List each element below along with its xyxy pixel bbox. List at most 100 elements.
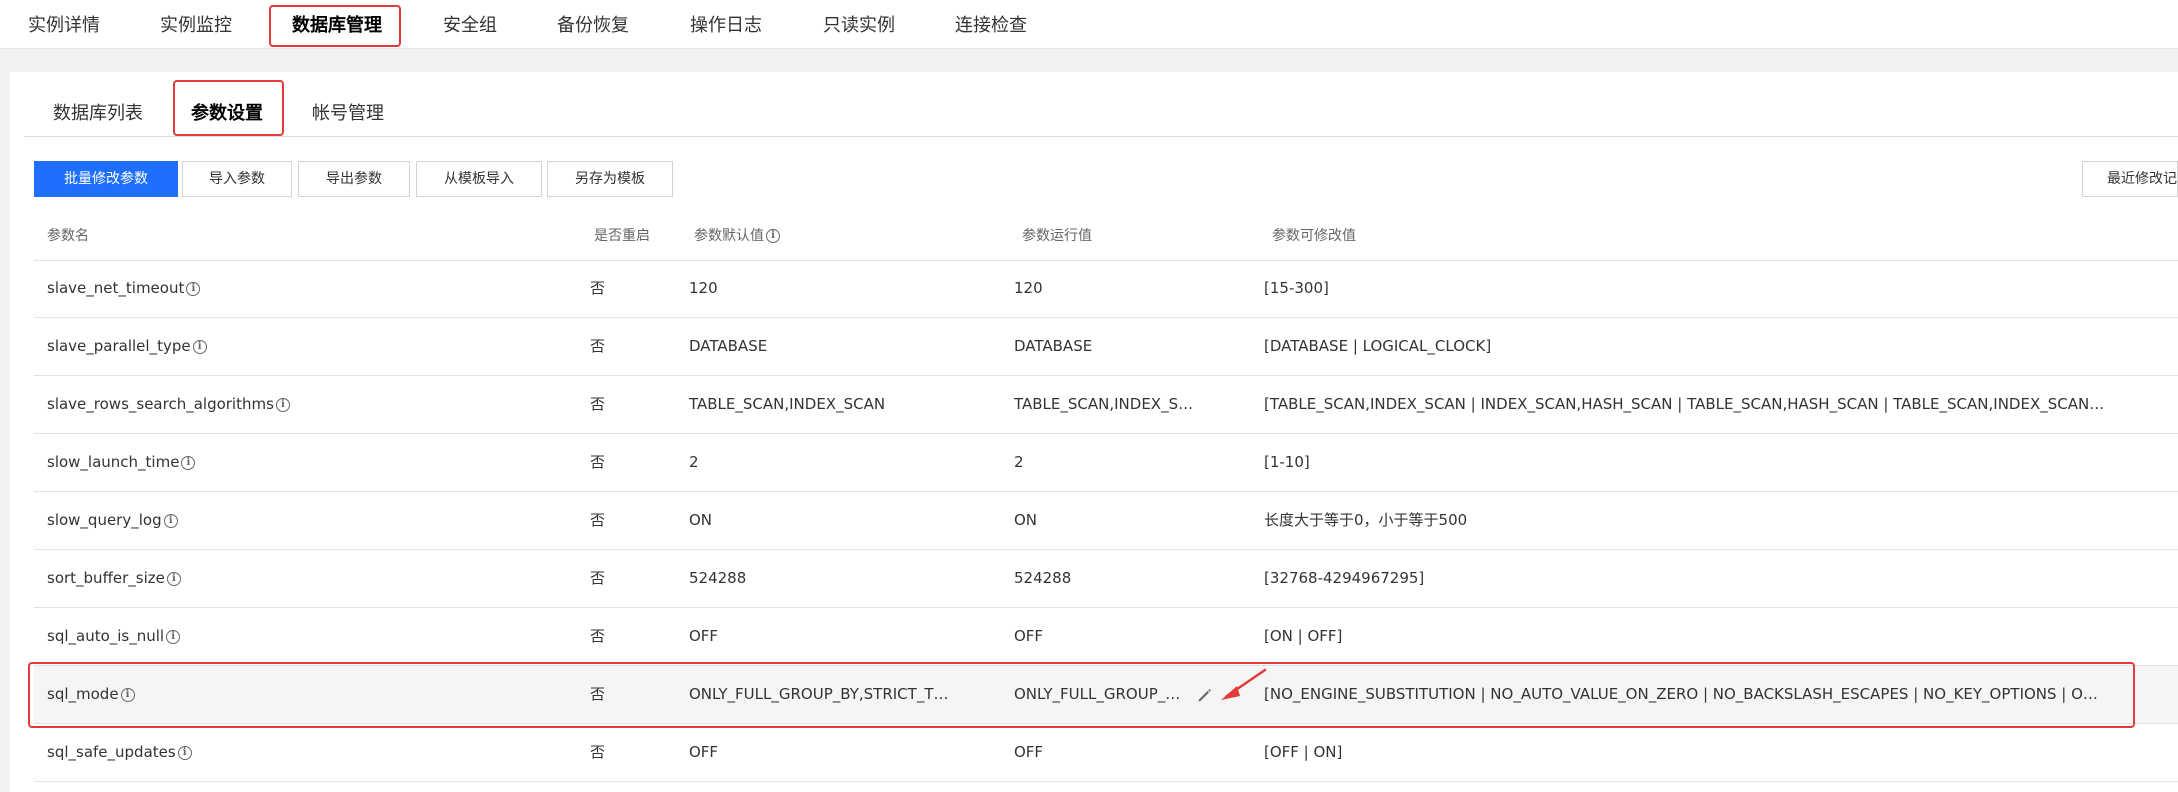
cell-default-value: OFF xyxy=(689,743,719,761)
header-default-value-label: 参数默认值 xyxy=(694,228,764,244)
info-icon[interactable]: i xyxy=(192,339,207,354)
table-row: slave_parallel_type i 否 DATABASE DATABASE… xyxy=(34,318,2178,376)
tab-instance-monitoring[interactable]: 实例监控 xyxy=(160,6,232,46)
cell-running-value: 120 xyxy=(1014,279,1043,297)
cell-allowed-values: [15-300] xyxy=(1264,279,1329,297)
cell-running-value: ON xyxy=(1014,511,1038,529)
info-icon[interactable]: i xyxy=(166,629,181,644)
pencil-icon[interactable] xyxy=(1196,686,1214,704)
cell-restart: 否 xyxy=(590,511,606,529)
info-icon[interactable]: i xyxy=(186,281,201,296)
info-icon[interactable]: i xyxy=(766,229,780,243)
param-name-text: slave_net_timeout xyxy=(47,279,185,297)
cell-param-name: sql_mode i xyxy=(47,666,547,723)
cell-allowed-values: [TABLE_SCAN,INDEX_SCAN | INDEX_SCAN,HASH… xyxy=(1264,395,2105,413)
sub-tab-bar: 数据库列表 参数设置 帐号管理 xyxy=(24,92,2178,137)
cell-restart: 否 xyxy=(590,685,606,703)
cell-running-value: OFF xyxy=(1014,743,1044,761)
cell-restart: 否 xyxy=(590,395,606,413)
tab-operation-log[interactable]: 操作日志 xyxy=(690,6,762,46)
cell-allowed-values: [ON | OFF] xyxy=(1264,627,1343,645)
cell-param-name: slave_rows_search_algorithms i xyxy=(47,376,547,433)
table-row: slave_net_timeout i 否 120 120 [15-300] xyxy=(34,260,2178,318)
tab-readonly-instances[interactable]: 只读实例 xyxy=(823,6,895,46)
cell-param-name: slow_query_log i xyxy=(47,492,547,549)
info-icon[interactable]: i xyxy=(275,397,290,412)
param-name-text: slow_launch_time xyxy=(47,453,180,471)
top-tab-bar: 实例详情 实例监控 数据库管理 安全组 备份恢复 操作日志 只读实例 连接检查 xyxy=(0,0,2178,49)
cell-restart: 否 xyxy=(590,453,606,471)
table-row: sql_safe_updates i 否 OFF OFF [OFF | ON] xyxy=(34,724,2178,782)
cell-param-name: slave_net_timeout i xyxy=(47,260,547,317)
param-name-text: slave_parallel_type xyxy=(47,337,191,355)
app-root: 实例详情 实例监控 数据库管理 安全组 备份恢复 操作日志 只读实例 连接检查 … xyxy=(0,0,2178,792)
import-params-button[interactable]: 导入参数 xyxy=(182,161,292,197)
info-icon[interactable]: i xyxy=(177,745,192,760)
table-row: slow_query_log i 否 ON ON 长度大于等于0，小于等于500 xyxy=(34,492,2178,550)
cell-default-value: ONLY_FULL_GROUP_BY,STRICT_T… xyxy=(689,685,949,703)
header-restart: 是否重启 xyxy=(594,228,650,244)
cell-param-name: sort_buffer_size i xyxy=(47,550,547,607)
param-name-text: sql_safe_updates xyxy=(47,743,176,761)
recent-changes-button[interactable]: 最近修改记录 xyxy=(2082,161,2178,197)
param-name-text: slow_query_log xyxy=(47,511,162,529)
save-as-template-button[interactable]: 另存为模板 xyxy=(547,161,673,197)
cell-running-value: 2 xyxy=(1014,453,1024,471)
table-row: slow_launch_time i 否 2 2 [1-10] xyxy=(34,434,2178,492)
info-icon[interactable]: i xyxy=(163,513,178,528)
tab-backup-restore[interactable]: 备份恢复 xyxy=(557,6,629,46)
cell-default-value: 2 xyxy=(689,453,699,471)
cell-running-value: 524288 xyxy=(1014,569,1072,587)
tab-database-management[interactable]: 数据库管理 xyxy=(292,6,382,46)
table-row: sort_buffer_size i 否 524288 524288 [32768… xyxy=(34,550,2178,608)
import-from-template-button[interactable]: 从模板导入 xyxy=(416,161,542,197)
cell-param-name: sql_auto_is_null i xyxy=(47,608,547,665)
tab-account-management[interactable]: 帐号管理 xyxy=(312,92,384,136)
cell-param-name: slave_parallel_type i xyxy=(47,318,547,375)
tab-instance-details[interactable]: 实例详情 xyxy=(28,6,100,46)
cell-default-value: 120 xyxy=(689,279,718,297)
cell-restart: 否 xyxy=(590,569,606,587)
header-param-name: 参数名 xyxy=(47,228,89,244)
param-name-text: sql_auto_is_null xyxy=(47,627,165,645)
table-row: sql_auto_is_null i 否 OFF OFF [ON | OFF] xyxy=(34,608,2178,666)
tab-database-list[interactable]: 数据库列表 xyxy=(53,92,143,136)
cell-param-name: slow_launch_time i xyxy=(47,434,547,491)
header-allowed-values: 参数可修改值 xyxy=(1272,228,1356,244)
cell-restart: 否 xyxy=(590,743,606,761)
table-row: slave_rows_search_algorithms i 否 TABLE_SC… xyxy=(34,376,2178,434)
cell-allowed-values: [DATABASE | LOGICAL_CLOCK] xyxy=(1264,337,1492,355)
cell-default-value: OFF xyxy=(689,627,719,645)
param-name-text: sort_buffer_size xyxy=(47,569,165,587)
cell-default-value: ON xyxy=(689,511,713,529)
header-default-value: 参数默认值 i xyxy=(694,212,780,260)
info-icon[interactable]: i xyxy=(166,571,181,586)
cell-default-value: 524288 xyxy=(689,569,747,587)
cell-param-name: sql_safe_updates i xyxy=(47,724,547,781)
cell-default-value: DATABASE xyxy=(689,337,768,355)
export-params-button[interactable]: 导出参数 xyxy=(298,161,410,197)
tab-security-group[interactable]: 安全组 xyxy=(443,6,497,46)
cell-restart: 否 xyxy=(590,337,606,355)
cell-default-value: TABLE_SCAN,INDEX_SCAN xyxy=(689,395,886,413)
batch-modify-button[interactable]: 批量修改参数 xyxy=(34,161,178,197)
cell-running-value: ONLY_FULL_GROUP_… xyxy=(1014,685,1181,703)
cell-running-value: OFF xyxy=(1014,627,1044,645)
param-name-text: sql_mode xyxy=(47,685,119,703)
cell-allowed-values: [OFF | ON] xyxy=(1264,743,1343,761)
info-icon[interactable]: i xyxy=(181,455,196,470)
header-running-value: 参数运行值 xyxy=(1022,228,1092,244)
tab-connection-check[interactable]: 连接检查 xyxy=(955,6,1027,46)
cell-allowed-values: [NO_ENGINE_SUBSTITUTION | NO_AUTO_VALUE_… xyxy=(1264,685,2098,703)
tab-parameter-settings[interactable]: 参数设置 xyxy=(191,92,263,136)
info-icon[interactable]: i xyxy=(120,687,135,702)
cell-restart: 否 xyxy=(590,627,606,645)
cell-restart: 否 xyxy=(590,279,606,297)
cell-running-value: TABLE_SCAN,INDEX_S… xyxy=(1014,395,1194,413)
cell-allowed-values: [32768-4294967295] xyxy=(1264,569,1425,587)
table-row-sql-mode: sql_mode i 否 ONLY_FULL_GROUP_BY,STRICT_T…… xyxy=(34,666,2178,724)
cell-allowed-values: [1-10] xyxy=(1264,453,1310,471)
cell-allowed-values: 长度大于等于0，小于等于500 xyxy=(1264,511,1468,529)
table-header: 参数名 是否重启 参数默认值 i 参数运行值 参数可修改值 xyxy=(34,212,2178,261)
cell-running-value: DATABASE xyxy=(1014,337,1093,355)
